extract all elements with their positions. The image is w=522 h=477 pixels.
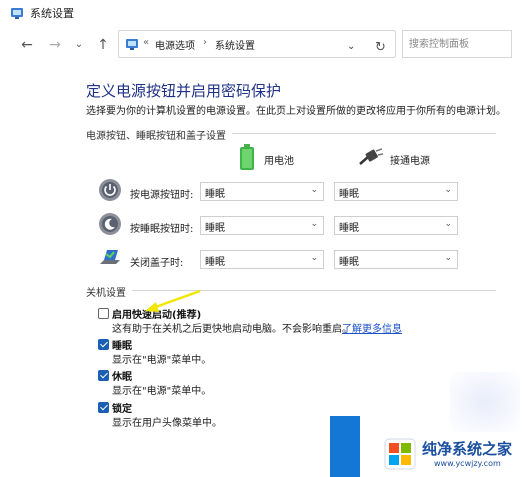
lock-option-desc: 显示在用户头像菜单中。 — [112, 418, 222, 429]
battery-column-header: 用电池 — [264, 156, 294, 167]
page-title: 定义电源按钮并启用密码保护 — [86, 82, 282, 100]
sleep-button-battery-select[interactable]: 睡眠 ⌄ — [200, 216, 324, 235]
windows-logo-icon — [384, 438, 416, 470]
power-button-battery-select[interactable]: 睡眠 ⌄ — [200, 182, 324, 201]
lid-close-plugged-select[interactable]: 睡眠 ⌄ — [334, 250, 458, 269]
annotation-arrow-icon — [145, 289, 201, 312]
site-watermark: 纯净系统之家 www.ycwjzy.com — [378, 432, 522, 477]
watermark-title: 纯净系统之家 — [422, 440, 513, 458]
breadcrumb-overflow[interactable]: « — [143, 37, 149, 48]
decorative-glow — [450, 372, 520, 432]
back-arrow-icon[interactable]: ← — [18, 36, 36, 54]
title-bar: 系统设置 — [0, 0, 522, 26]
chevron-down-icon: ⌄ — [444, 253, 452, 263]
control-panel-icon — [126, 39, 138, 50]
chevron-down-icon: ⌄ — [444, 185, 452, 195]
breadcrumb-power-options[interactable]: 电源选项 — [155, 37, 195, 52]
sleep-button-plugged-select[interactable]: 睡眠 ⌄ — [334, 216, 458, 235]
fast-startup-checkbox[interactable] — [98, 308, 109, 319]
search-box[interactable] — [402, 30, 512, 58]
lock-checkbox[interactable] — [98, 402, 109, 413]
control-panel-icon — [11, 8, 23, 19]
battery-icon — [240, 144, 254, 170]
fast-startup-title: 启用快速启动(推荐) — [112, 310, 202, 321]
hibernate-checkbox[interactable] — [98, 370, 109, 381]
breadcrumb-separator: › — [203, 37, 207, 48]
breadcrumb-system-settings[interactable]: 系统设置 — [215, 37, 255, 52]
chevron-down-icon[interactable]: ⌄ — [70, 36, 88, 54]
chevron-down-icon: ⌄ — [310, 253, 318, 263]
navigation-bar: ← → ⌄ ↑ « 电源选项 › 系统设置 ⌄ ↻ — [0, 26, 522, 64]
laptop-lid-icon — [100, 250, 120, 264]
sleep-checkbox[interactable] — [98, 339, 109, 350]
hibernate-option-title: 休眠 — [112, 372, 132, 383]
search-input[interactable] — [403, 31, 511, 57]
address-dropdown-icon[interactable]: ⌄ — [347, 41, 355, 52]
power-button-plugged-select[interactable]: 睡眠 ⌄ — [334, 182, 458, 201]
sleep-button-label: 按睡眠按钮时: — [130, 224, 194, 235]
chevron-down-icon: ⌄ — [444, 219, 452, 229]
hibernate-option-desc: 显示在"电源"菜单中。 — [112, 386, 212, 397]
chevron-down-icon: ⌄ — [310, 219, 318, 229]
plugged-column-header: 接通电源 — [390, 156, 430, 167]
watermark-url: www.ycwjzy.com — [434, 459, 501, 468]
shutdown-section-label: 关机设置 — [86, 288, 126, 299]
fast-startup-desc: 这有助于在关机之后更快地启动电脑。不会影响重启。 — [112, 324, 352, 335]
system-settings-window: 系统设置 ← → ⌄ ↑ « 电源选项 › 系统设置 ⌄ ↻ 定义电源按钮并启用… — [0, 0, 522, 477]
address-bar[interactable]: « 电源选项 › 系统设置 ⌄ ↻ — [118, 30, 396, 58]
power-button-label: 按电源按钮时: — [130, 190, 194, 201]
page-subtitle: 选择要为你的计算机设置的电源设置。在此页上对设置所做的更改将应用于你所有的电源计… — [86, 106, 506, 117]
sleep-option-desc: 显示在"电源"菜单中。 — [112, 355, 212, 366]
power-button-icon — [99, 179, 121, 201]
power-section-label: 电源按钮、睡眠按钮和盖子设置 — [86, 131, 226, 142]
lock-option-title: 锁定 — [112, 404, 132, 415]
chevron-down-icon: ⌄ — [310, 185, 318, 195]
power-plug-icon — [359, 148, 384, 165]
up-arrow-icon[interactable]: ↑ — [94, 36, 112, 54]
refresh-icon[interactable]: ↻ — [375, 40, 386, 55]
section-divider — [132, 290, 496, 291]
sleep-button-icon — [99, 213, 121, 235]
sleep-option-title: 睡眠 — [112, 341, 132, 352]
forward-arrow-icon[interactable]: → — [46, 36, 64, 54]
save-changes-button[interactable] — [330, 416, 360, 477]
lid-close-label: 关闭盖子时: — [130, 258, 184, 269]
learn-more-link[interactable]: 了解更多信息 — [342, 320, 402, 335]
window-title: 系统设置 — [30, 7, 74, 20]
section-divider — [232, 133, 496, 134]
lid-close-battery-select[interactable]: 睡眠 ⌄ — [200, 250, 324, 269]
